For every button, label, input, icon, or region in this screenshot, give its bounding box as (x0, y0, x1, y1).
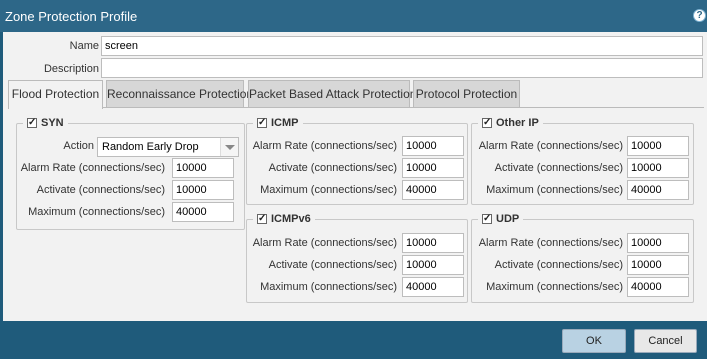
tab-flood-protection[interactable]: Flood Protection (8, 80, 103, 109)
syn-maximum-input[interactable]: 40000 (172, 202, 234, 222)
icmp-activate-input[interactable]: 10000 (402, 158, 464, 178)
other-ip-alarm-rate-input[interactable]: 10000 (627, 136, 689, 156)
syn-activate-label: Activate (connections/sec) (36, 184, 165, 196)
icmp-alarm-rate-input[interactable]: 10000 (402, 136, 464, 156)
tab-reconnaissance-protection[interactable]: Reconnaissance Protection (106, 80, 253, 107)
description-input[interactable] (101, 58, 703, 78)
icmp-maximum-label: Maximum (connections/sec) (260, 184, 397, 196)
syn-action-select[interactable]: Random Early Drop (97, 137, 239, 157)
udp-alarm-rate-input[interactable]: 10000 (627, 233, 689, 253)
zone-protection-dialog: Zone Protection Profile ? Name Descripti… (0, 0, 707, 359)
ok-button[interactable]: OK (562, 329, 626, 353)
cancel-button[interactable]: Cancel (634, 329, 697, 353)
description-label: Description (43, 63, 99, 75)
icmpv6-legend: ✓ ICMPv6 (253, 213, 315, 225)
name-label: Name (69, 40, 99, 52)
other-ip-checkbox[interactable]: ✓ (482, 118, 492, 128)
syn-group: ✓ SYN Action Random Early Drop Alarm Rat… (16, 117, 245, 230)
tab-protocol-protection[interactable]: Protocol Protection (413, 80, 520, 107)
icmpv6-alarm-rate-label: Alarm Rate (connections/sec) (252, 237, 397, 249)
udp-checkbox[interactable]: ✓ (482, 214, 492, 224)
icmp-alarm-rate-label: Alarm Rate (connections/sec) (252, 140, 397, 152)
tab-packet-based-attack-protection[interactable]: Packet Based Attack Protection (248, 80, 416, 107)
icmp-group: ✓ ICMP Alarm Rate (connections/sec) 1000… (246, 117, 468, 205)
icmp-checkbox[interactable]: ✓ (257, 118, 267, 128)
icmpv6-group: ✓ ICMPv6 Alarm Rate (connections/sec) 10… (246, 213, 468, 303)
help-icon[interactable]: ? (693, 9, 706, 22)
udp-activate-input[interactable]: 10000 (627, 255, 689, 275)
icmpv6-maximum-label: Maximum (connections/sec) (260, 281, 397, 293)
other-ip-alarm-rate-label: Alarm Rate (connections/sec) (478, 140, 623, 152)
syn-activate-input[interactable]: 10000 (172, 180, 234, 200)
name-input[interactable] (101, 36, 703, 56)
other-ip-maximum-input[interactable]: 40000 (627, 180, 689, 200)
syn-action-value: Random Early Drop (102, 141, 199, 153)
icmpv6-checkbox[interactable]: ✓ (257, 214, 267, 224)
other-ip-legend: ✓ Other IP (478, 117, 543, 129)
other-ip-group: ✓ Other IP Alarm Rate (connections/sec) … (471, 117, 694, 205)
title-bar: Zone Protection Profile ? (0, 0, 707, 32)
icmpv6-activate-input[interactable]: 10000 (402, 255, 464, 275)
syn-alarm-rate-label: Alarm Rate (connections/sec) (20, 162, 165, 174)
syn-legend: ✓ SYN (23, 117, 68, 129)
dialog-footer: OK Cancel (0, 321, 707, 359)
udp-maximum-input[interactable]: 40000 (627, 277, 689, 297)
dialog-title: Zone Protection Profile (5, 9, 138, 24)
other-ip-activate-label: Activate (connections/sec) (494, 162, 623, 174)
icmpv6-activate-label: Activate (connections/sec) (268, 259, 397, 271)
icmp-maximum-input[interactable]: 40000 (402, 180, 464, 200)
udp-maximum-label: Maximum (connections/sec) (486, 281, 623, 293)
udp-activate-label: Activate (connections/sec) (494, 259, 623, 271)
syn-alarm-rate-input[interactable]: 10000 (172, 158, 234, 178)
other-ip-title: Other IP (496, 117, 539, 129)
other-ip-maximum-label: Maximum (connections/sec) (486, 184, 623, 196)
udp-title: UDP (496, 213, 520, 225)
syn-maximum-label: Maximum (connections/sec) (28, 206, 165, 218)
icmp-legend: ✓ ICMP (253, 117, 303, 129)
udp-group: ✓ UDP Alarm Rate (connections/sec) 10000… (471, 213, 694, 303)
icmp-title: ICMP (271, 117, 299, 129)
icmp-activate-label: Activate (connections/sec) (268, 162, 397, 174)
other-ip-activate-input[interactable]: 10000 (627, 158, 689, 178)
icmpv6-alarm-rate-input[interactable]: 10000 (402, 233, 464, 253)
chevron-down-icon[interactable] (220, 138, 238, 156)
syn-title: SYN (41, 117, 64, 129)
icmpv6-maximum-input[interactable]: 40000 (402, 277, 464, 297)
syn-action-label: Action (63, 140, 94, 152)
syn-checkbox[interactable]: ✓ (27, 118, 37, 128)
icmpv6-title: ICMPv6 (271, 213, 311, 225)
udp-legend: ✓ UDP (478, 213, 524, 225)
udp-alarm-rate-label: Alarm Rate (connections/sec) (478, 237, 623, 249)
